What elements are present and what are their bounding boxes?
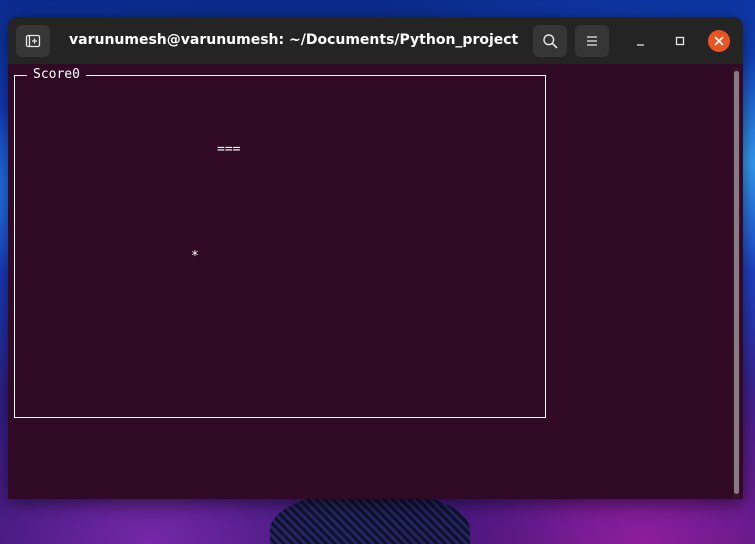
scrollbar[interactable] [733, 68, 740, 498]
new-tab-icon [25, 34, 41, 48]
terminal-area[interactable]: Score0 === * [8, 64, 743, 499]
scrollbar-thumb[interactable] [734, 71, 739, 494]
close-icon [714, 36, 724, 46]
ball: * [191, 249, 199, 264]
menu-button[interactable] [575, 25, 609, 57]
minimize-button[interactable] [629, 29, 653, 53]
minimize-icon [637, 44, 644, 46]
search-icon [543, 34, 558, 49]
new-tab-button[interactable] [16, 25, 50, 57]
hamburger-menu-icon [587, 36, 597, 46]
score-label: Score0 [27, 67, 86, 83]
search-button[interactable] [533, 25, 567, 57]
maximize-icon [675, 36, 685, 46]
game-border-box: Score0 === * [14, 67, 546, 418]
close-button[interactable] [708, 30, 730, 52]
paddle: === [217, 142, 241, 157]
maximize-button[interactable] [668, 29, 692, 53]
terminal-window: varunumesh@varunumesh: ~/Documents/Pytho… [8, 17, 743, 499]
title-bar[interactable]: varunumesh@varunumesh: ~/Documents/Pytho… [8, 17, 743, 64]
window-title: varunumesh@varunumesh: ~/Documents/Pytho… [69, 32, 519, 48]
